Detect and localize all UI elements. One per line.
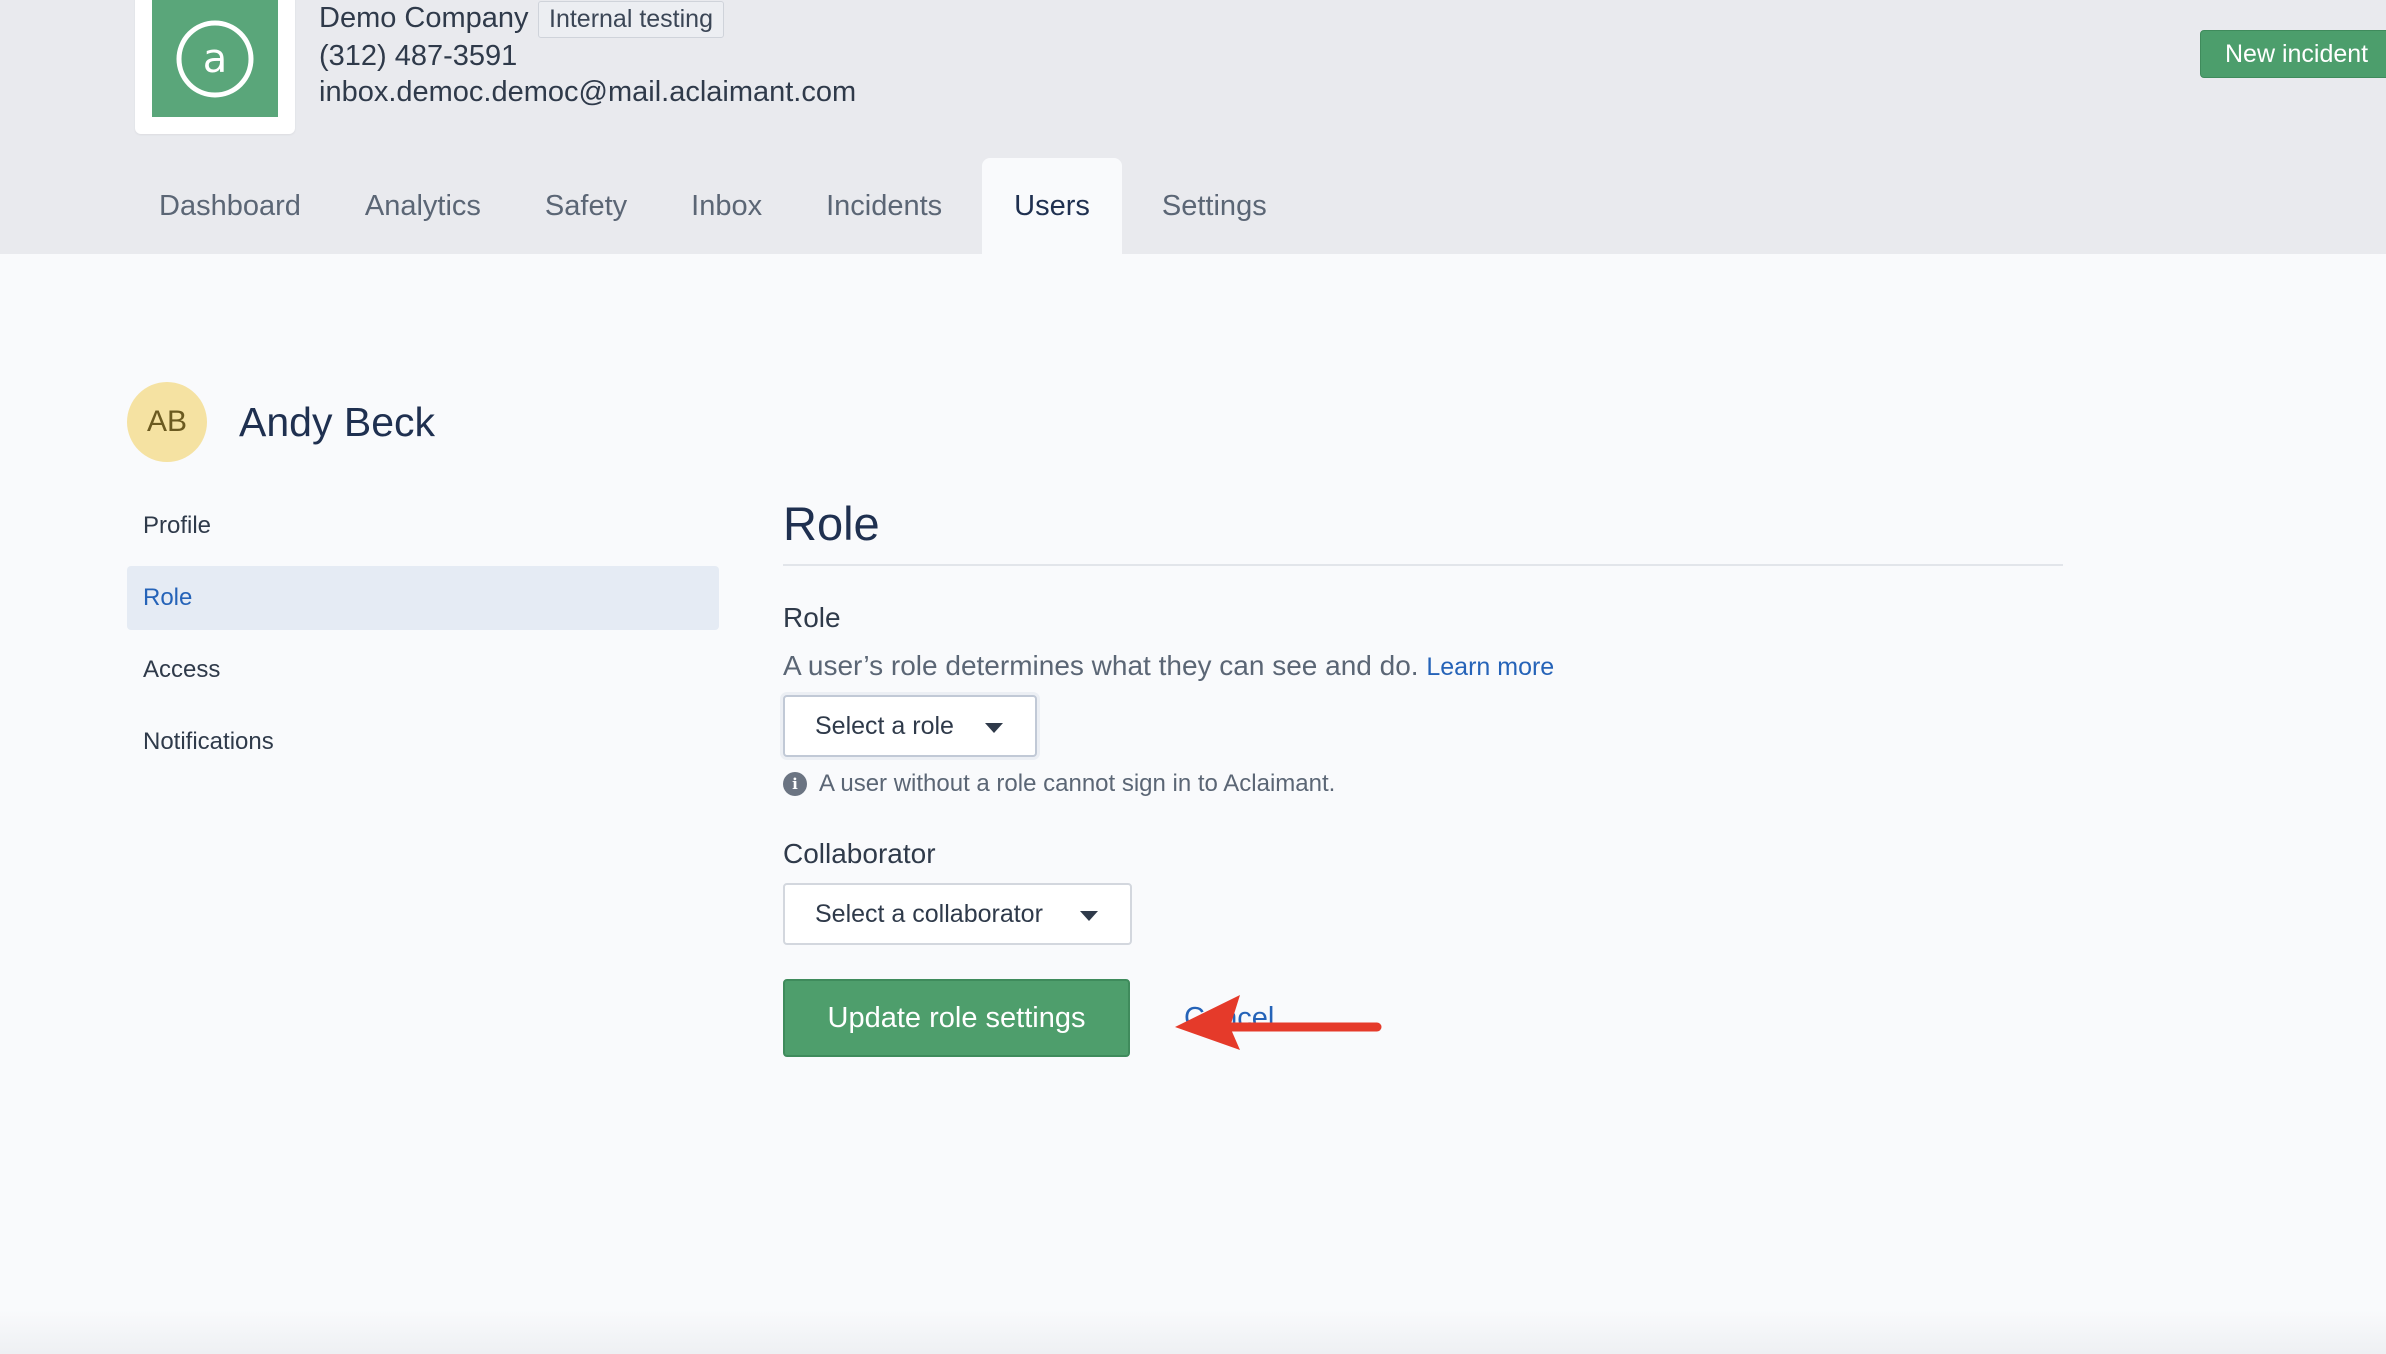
page-bottom-edge xyxy=(0,1310,2386,1354)
side-nav-item-access[interactable]: Access xyxy=(127,638,719,702)
side-nav-item-role[interactable]: Role xyxy=(127,566,719,630)
at-sign-icon: a xyxy=(152,0,278,117)
side-nav-item-notifications[interactable]: Notifications xyxy=(127,710,719,774)
role-description-text: A user’s role determines what they can s… xyxy=(783,650,1419,681)
environment-badge: Internal testing xyxy=(538,1,724,38)
company-logo: a xyxy=(135,0,295,134)
new-incident-button[interactable]: New incident xyxy=(2200,30,2386,78)
tab-settings[interactable]: Settings xyxy=(1138,158,1291,254)
role-hint-text: A user without a role cannot sign in to … xyxy=(819,770,1336,797)
main-nav: Dashboard Analytics Safety Inbox Inciden… xyxy=(135,158,1307,254)
info-icon: i xyxy=(783,772,807,796)
update-role-settings-button[interactable]: Update role settings xyxy=(783,979,1130,1057)
tab-incidents[interactable]: Incidents xyxy=(802,158,966,254)
side-nav-item-profile[interactable]: Profile xyxy=(127,494,719,558)
tab-dashboard[interactable]: Dashboard xyxy=(135,158,325,254)
collaborator-select[interactable]: Select a collaborator xyxy=(783,883,1132,945)
section-title: Role xyxy=(783,497,880,550)
company-email: inbox.democ.democ@mail.aclaimant.com xyxy=(319,76,857,108)
avatar: AB xyxy=(127,382,207,462)
annotation-arrow-icon xyxy=(1175,995,1382,1050)
company-name: Demo Company xyxy=(319,2,529,34)
svg-text:a: a xyxy=(203,36,228,82)
company-phone: (312) 487-3591 xyxy=(319,40,518,72)
collaborator-select-value: Select a collaborator xyxy=(815,900,1043,928)
role-select-value: Select a role xyxy=(815,712,954,740)
section-divider xyxy=(783,564,2063,566)
tab-inbox[interactable]: Inbox xyxy=(667,158,786,254)
collaborator-field-label: Collaborator xyxy=(783,838,936,869)
user-name: Andy Beck xyxy=(239,399,435,445)
tab-safety[interactable]: Safety xyxy=(521,158,651,254)
app-header: a Demo Company Internal testing (312) 48… xyxy=(0,0,2386,254)
role-select[interactable]: Select a role xyxy=(783,695,1037,757)
settings-side-nav: Profile Role Access Notifications xyxy=(127,494,719,782)
chevron-down-icon xyxy=(1080,911,1098,921)
tab-users[interactable]: Users xyxy=(982,158,1122,254)
role-hint: i A user without a role cannot sign in t… xyxy=(783,768,1335,800)
tab-analytics[interactable]: Analytics xyxy=(341,158,505,254)
role-description: A user’s role determines what they can s… xyxy=(783,648,1554,685)
learn-more-link[interactable]: Learn more xyxy=(1426,653,1554,681)
chevron-down-icon xyxy=(985,723,1003,733)
role-field-label: Role xyxy=(783,602,841,633)
